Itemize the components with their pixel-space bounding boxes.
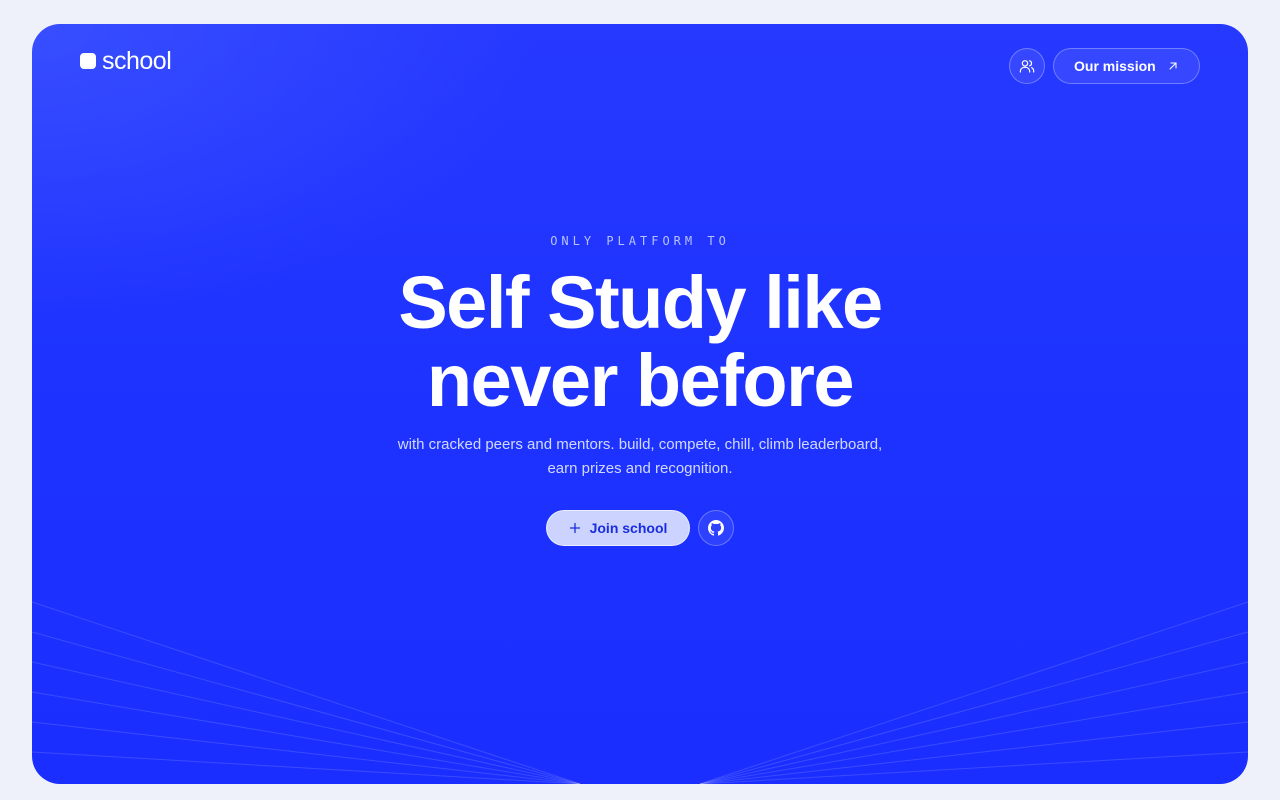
hero-section: school Our mission ONLY PLATFORM TO Self… [32, 24, 1248, 784]
hero-subtitle: with cracked peers and mentors. build, c… [32, 433, 1248, 481]
headline-line-1: Self Study like [398, 261, 883, 344]
github-button[interactable] [698, 510, 734, 546]
top-nav: Our mission [1009, 48, 1200, 84]
cta-row: Join school [32, 510, 1248, 546]
logo-mark [80, 53, 96, 69]
our-mission-label: Our mission [1074, 58, 1156, 74]
subtitle-line-1: with cracked peers and mentors. build, c… [397, 436, 883, 453]
our-mission-button[interactable]: Our mission [1053, 48, 1200, 84]
join-school-label: Join school [589, 520, 668, 536]
join-school-button[interactable]: Join school [546, 510, 690, 546]
subtitle-line-2: earn prizes and recognition. [547, 460, 733, 477]
eyebrow-text: ONLY PLATFORM TO [550, 234, 730, 248]
logo-text: school [102, 47, 172, 75]
headline-line-2: never before [426, 339, 855, 422]
arrow-up-right-icon [1169, 62, 1177, 70]
users-icon [1019, 60, 1035, 73]
plus-icon [569, 522, 580, 534]
community-button[interactable] [1009, 48, 1045, 84]
page-title: Self Study like never before [32, 264, 1248, 420]
logo[interactable]: school [80, 46, 172, 76]
github-icon [708, 520, 724, 536]
